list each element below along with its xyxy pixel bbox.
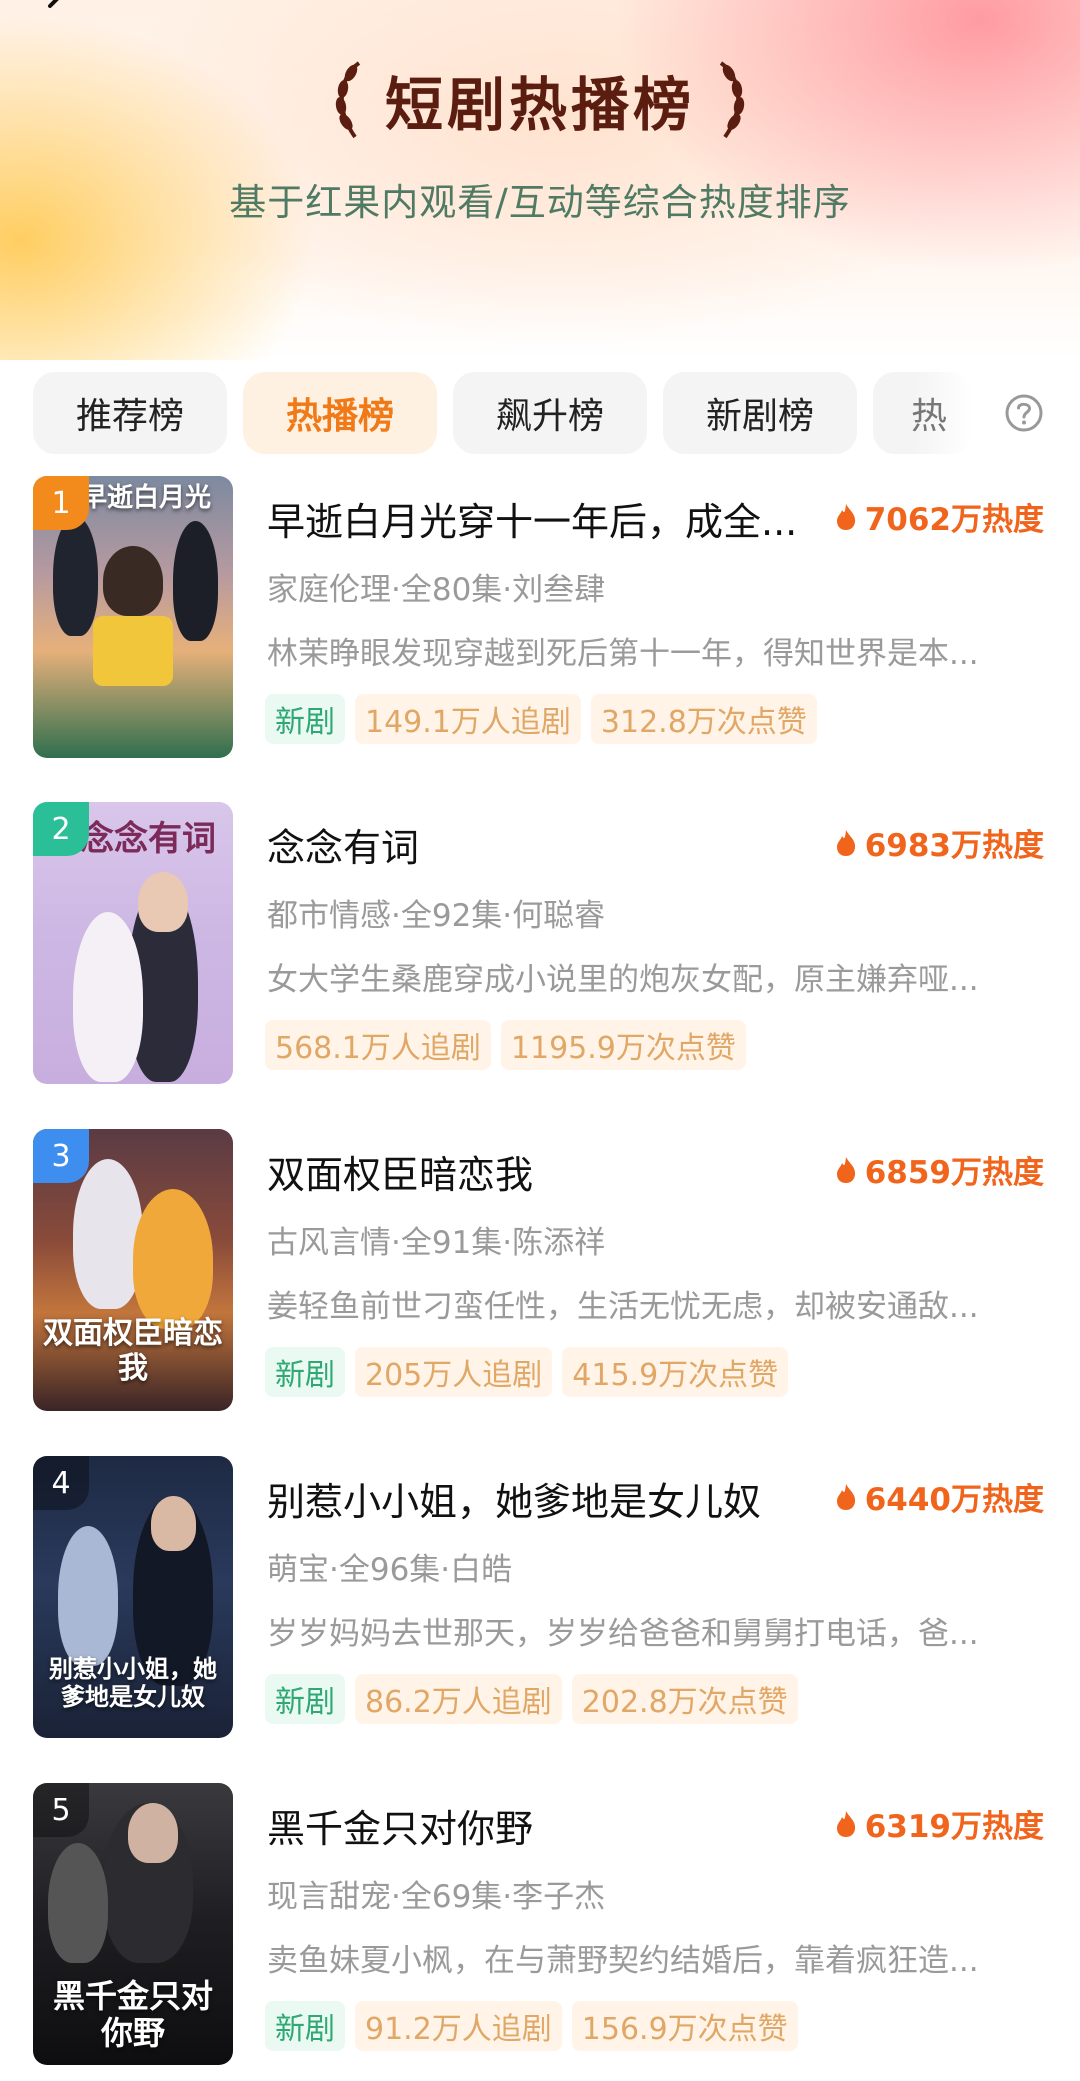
drama-meta: 家庭伦理·全80集·刘叁肆	[267, 572, 606, 608]
heat-score: 7062万热度	[835, 494, 1044, 539]
tag-list: 新剧 91.2万人追剧 156.9万次点赞	[265, 2001, 798, 2051]
page-title: 短剧热播榜	[384, 71, 695, 139]
followers-tag: 568.1万人追剧	[265, 1020, 491, 1070]
laurel-left-icon	[335, 61, 361, 139]
poster-title-text: 早逝白月光	[80, 483, 211, 513]
tag-list: 568.1万人追剧 1195.9万次点赞	[265, 1020, 746, 1070]
list-item[interactable]: 黑千金只对你野 5 黑千金只对你野 6319万热度 现言甜宠·全69集·李子杰 …	[0, 1783, 1080, 2067]
poster-title-text: 黑千金只对你野	[52, 1977, 213, 2052]
drama-title[interactable]: 双面权臣暗恋我	[267, 1144, 817, 1199]
tab-hot[interactable]: 热播榜	[243, 372, 437, 454]
poster-image[interactable]: 别惹小小姐，她爹地是女儿奴 4	[33, 1456, 233, 1738]
poster-title-text: 双面权臣暗恋我	[43, 1316, 223, 1386]
drama-title[interactable]: 别惹小小姐，她爹地是女儿奴	[267, 1471, 817, 1526]
new-tag: 新剧	[265, 2001, 345, 2051]
tag-list: 新剧 205万人追剧 415.9万次点赞	[265, 1347, 789, 1397]
rank-badge: 2	[33, 802, 89, 856]
heat-value: 6859万热度	[864, 1155, 1044, 1191]
rank-badge: 1	[33, 476, 89, 530]
help-icon[interactable]	[1004, 393, 1044, 433]
tag-list: 新剧 86.2万人追剧 202.8万次点赞	[265, 1674, 798, 1724]
flame-icon	[836, 1483, 855, 1510]
drama-title[interactable]: 念念有词	[267, 817, 817, 872]
heat-value: 6440万热度	[864, 1482, 1044, 1518]
rank-badge: 5	[33, 1783, 89, 1837]
drama-description: 林茉睁眼发现穿越到死后第十一年，得知世界是本...	[267, 636, 979, 672]
drama-title[interactable]: 黑千金只对你野	[267, 1798, 817, 1853]
new-tag: 新剧	[265, 1674, 345, 1724]
laurel-right-icon	[719, 61, 745, 139]
likes-tag: 415.9万次点赞	[562, 1347, 789, 1397]
tab-rising[interactable]: 飙升榜	[453, 372, 647, 454]
heat-value: 6319万热度	[864, 1809, 1044, 1845]
drama-meta: 都市情感·全92集·何聪睿	[267, 898, 606, 934]
poster-title-text: 念念有词	[80, 819, 216, 859]
poster-image[interactable]: 念念有词 2	[33, 802, 233, 1084]
poster-image[interactable]: 早逝白月光 1	[33, 476, 233, 758]
heat-score: 6859万热度	[835, 1147, 1044, 1192]
page-title-banner: 短剧热播榜	[0, 50, 1080, 150]
tab-recommend[interactable]: 推荐榜	[33, 372, 227, 454]
heat-score: 6983万热度	[835, 820, 1044, 865]
drama-description: 岁岁妈妈去世那天，岁岁给爸爸和舅舅打电话，爸...	[267, 1616, 979, 1652]
likes-tag: 202.8万次点赞	[571, 1674, 798, 1724]
drama-description: 姜轻鱼前世刁蛮任性，生活无忧无虑，却被安通敌...	[267, 1289, 979, 1325]
list-item[interactable]: 双面权臣暗恋我 3 双面权臣暗恋我 6859万热度 古风言情·全91集·陈添祥 …	[0, 1129, 1080, 1413]
followers-tag: 86.2万人追剧	[355, 1674, 562, 1724]
tab-more[interactable]: 热	[873, 372, 973, 454]
drama-meta: 现言甜宠·全69集·李子杰	[267, 1879, 606, 1915]
followers-tag: 205万人追剧	[355, 1347, 553, 1397]
back-arrow-icon[interactable]	[28, 0, 78, 32]
new-tag: 新剧	[265, 694, 345, 744]
tag-list: 新剧 149.1万人追剧 312.8万次点赞	[265, 694, 817, 744]
new-tag: 新剧	[265, 1347, 345, 1397]
followers-tag: 149.1万人追剧	[355, 694, 581, 744]
heat-score: 6440万热度	[835, 1474, 1044, 1519]
ranking-tabs: 推荐榜 热播榜 飙升榜 新剧榜 热	[33, 372, 1080, 454]
drama-meta: 古风言情·全91集·陈添祥	[267, 1225, 606, 1261]
heat-score: 6319万热度	[835, 1801, 1044, 1846]
poster-image[interactable]: 双面权臣暗恋我 3	[33, 1129, 233, 1411]
poster-image[interactable]: 黑千金只对你野 5	[33, 1783, 233, 2065]
list-item[interactable]: 别惹小小姐，她爹地是女儿奴 4 别惹小小姐，她爹地是女儿奴 6440万热度 萌宝…	[0, 1456, 1080, 1740]
flame-icon	[836, 1810, 855, 1837]
flame-icon	[836, 829, 855, 856]
heat-value: 7062万热度	[864, 502, 1044, 538]
tab-new[interactable]: 新剧榜	[663, 372, 857, 454]
flame-icon	[836, 503, 855, 530]
likes-tag: 156.9万次点赞	[571, 2001, 798, 2051]
drama-description: 卖鱼妹夏小枫，在与萧野契约结婚后，靠着疯狂造...	[267, 1943, 979, 1979]
heat-value: 6983万热度	[864, 828, 1044, 864]
likes-tag: 1195.9万次点赞	[500, 1020, 746, 1070]
poster-title-text: 别惹小小姐，她爹地是女儿奴	[49, 1655, 217, 1711]
rank-badge: 3	[33, 1129, 89, 1183]
flame-icon	[836, 1156, 855, 1183]
list-item[interactable]: 念念有词 2 念念有词 6983万热度 都市情感·全92集·何聪睿 女大学生桑鹿…	[0, 802, 1080, 1086]
page-subtitle: 基于红果内观看/互动等综合热度排序	[229, 181, 851, 224]
drama-description: 女大学生桑鹿穿成小说里的炮灰女配，原主嫌弃哑...	[267, 962, 979, 998]
list-item[interactable]: 早逝白月光 1 早逝白月光穿十一年后，成全... 7062万热度 家庭伦理·全8…	[0, 476, 1080, 760]
likes-tag: 312.8万次点赞	[590, 694, 817, 744]
rank-badge: 4	[33, 1456, 89, 1510]
drama-meta: 萌宝·全96集·白皓	[267, 1552, 513, 1588]
followers-tag: 91.2万人追剧	[355, 2001, 562, 2051]
drama-title[interactable]: 早逝白月光穿十一年后，成全...	[267, 491, 817, 546]
